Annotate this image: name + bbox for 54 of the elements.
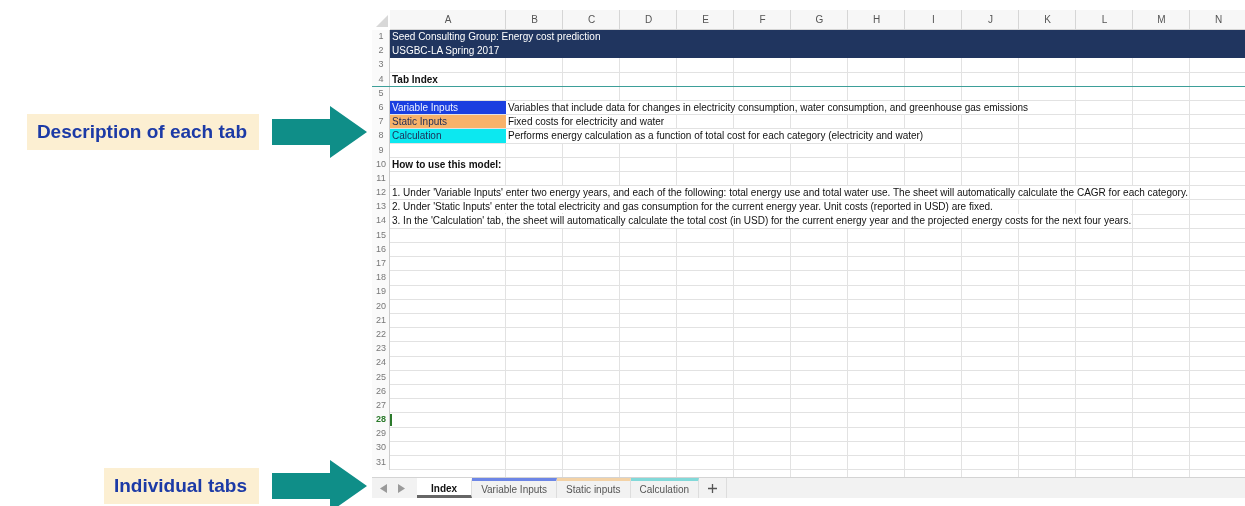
cell-text: How to use this model: [390, 157, 502, 171]
column-header[interactable]: N [1190, 10, 1245, 30]
cell-text: 3. In the 'Calculation' tab, the sheet will automatically calculate the total cost (in USD) for the current energy year and the projected energy costs for the next four years. [390, 214, 1132, 228]
row-number[interactable]: 13 [372, 200, 390, 215]
row-number[interactable]: 14 [372, 214, 390, 229]
column-header[interactable]: C [563, 10, 620, 30]
column-header[interactable]: G [791, 10, 848, 30]
callout-label: Description of each tab [26, 114, 259, 150]
column-header[interactable]: H [848, 10, 905, 30]
cell-text: Variables that include data for changes in electricity consumption, water consumption, and greenhouse gas emissions [506, 100, 1029, 115]
column-header[interactable]: M [1133, 10, 1190, 30]
table-cell: Variable Inputs [390, 100, 506, 115]
table-cell: Static Inputs [390, 115, 506, 129]
column-header[interactable]: K [1019, 10, 1076, 30]
sheet-tab[interactable]: Variable Inputs [472, 478, 558, 498]
column-header[interactable]: E [677, 10, 734, 30]
row-number[interactable]: 28 [372, 413, 390, 428]
row-number[interactable]: 18 [372, 271, 390, 286]
cell-text: Fixed costs for electricity and water [506, 115, 665, 129]
row-number[interactable]: 24 [372, 356, 390, 371]
callout-label: Individual tabs [103, 468, 259, 504]
column-header[interactable]: A [390, 10, 506, 30]
column-header[interactable]: B [506, 10, 563, 30]
column-header[interactable]: L [1076, 10, 1133, 30]
row-number[interactable]: 23 [372, 342, 390, 357]
row-number[interactable]: 1 [372, 30, 390, 45]
row-number[interactable]: 3 [372, 58, 390, 73]
row-number[interactable]: 8 [372, 129, 390, 144]
scroll-right-icon[interactable] [398, 483, 405, 493]
row-number[interactable]: 17 [372, 257, 390, 272]
row-number[interactable]: 2 [372, 44, 390, 59]
row-number[interactable]: 12 [372, 186, 390, 201]
plus-icon [708, 483, 718, 493]
row-number[interactable]: 30 [372, 441, 390, 456]
column-header[interactable]: I [905, 10, 962, 30]
cell-text: 2. Under 'Static Inputs' enter the total electricity and gas consumption for the current energy year. Unit costs (reported in USD) are fixed. [390, 200, 993, 214]
row-number[interactable]: 7 [372, 115, 390, 130]
scroll-left-icon[interactable] [380, 483, 387, 493]
row-number[interactable]: 29 [372, 427, 390, 442]
select-all-icon[interactable] [376, 15, 388, 27]
row-number[interactable]: 19 [372, 285, 390, 300]
cell-text: Performs energy calculation as a function of total cost for each category (electricity and water) [506, 129, 924, 143]
sheet-tab[interactable]: Static inputs [557, 478, 631, 498]
cell-text: USGBC-LA Spring 2017 [390, 44, 500, 58]
column-header[interactable]: F [734, 10, 791, 30]
cell-cursor [390, 414, 392, 427]
column-header[interactable]: J [962, 10, 1019, 30]
column-header[interactable]: D [620, 10, 677, 30]
cell-text: 1. Under 'Variable Inputs' enter two energy years, and each of the following: total energy use and total water use. The sheet will automatically calculate the CAGR for each category. [390, 186, 1188, 200]
table-cell: Calculation [390, 129, 506, 143]
sheet-tab[interactable]: Index [417, 478, 473, 498]
sheet-tab[interactable]: Calculation [630, 478, 700, 498]
cell-text: Tab Index [390, 72, 438, 86]
cell-text: Seed Consulting Group: Energy cost prediction [390, 30, 601, 44]
